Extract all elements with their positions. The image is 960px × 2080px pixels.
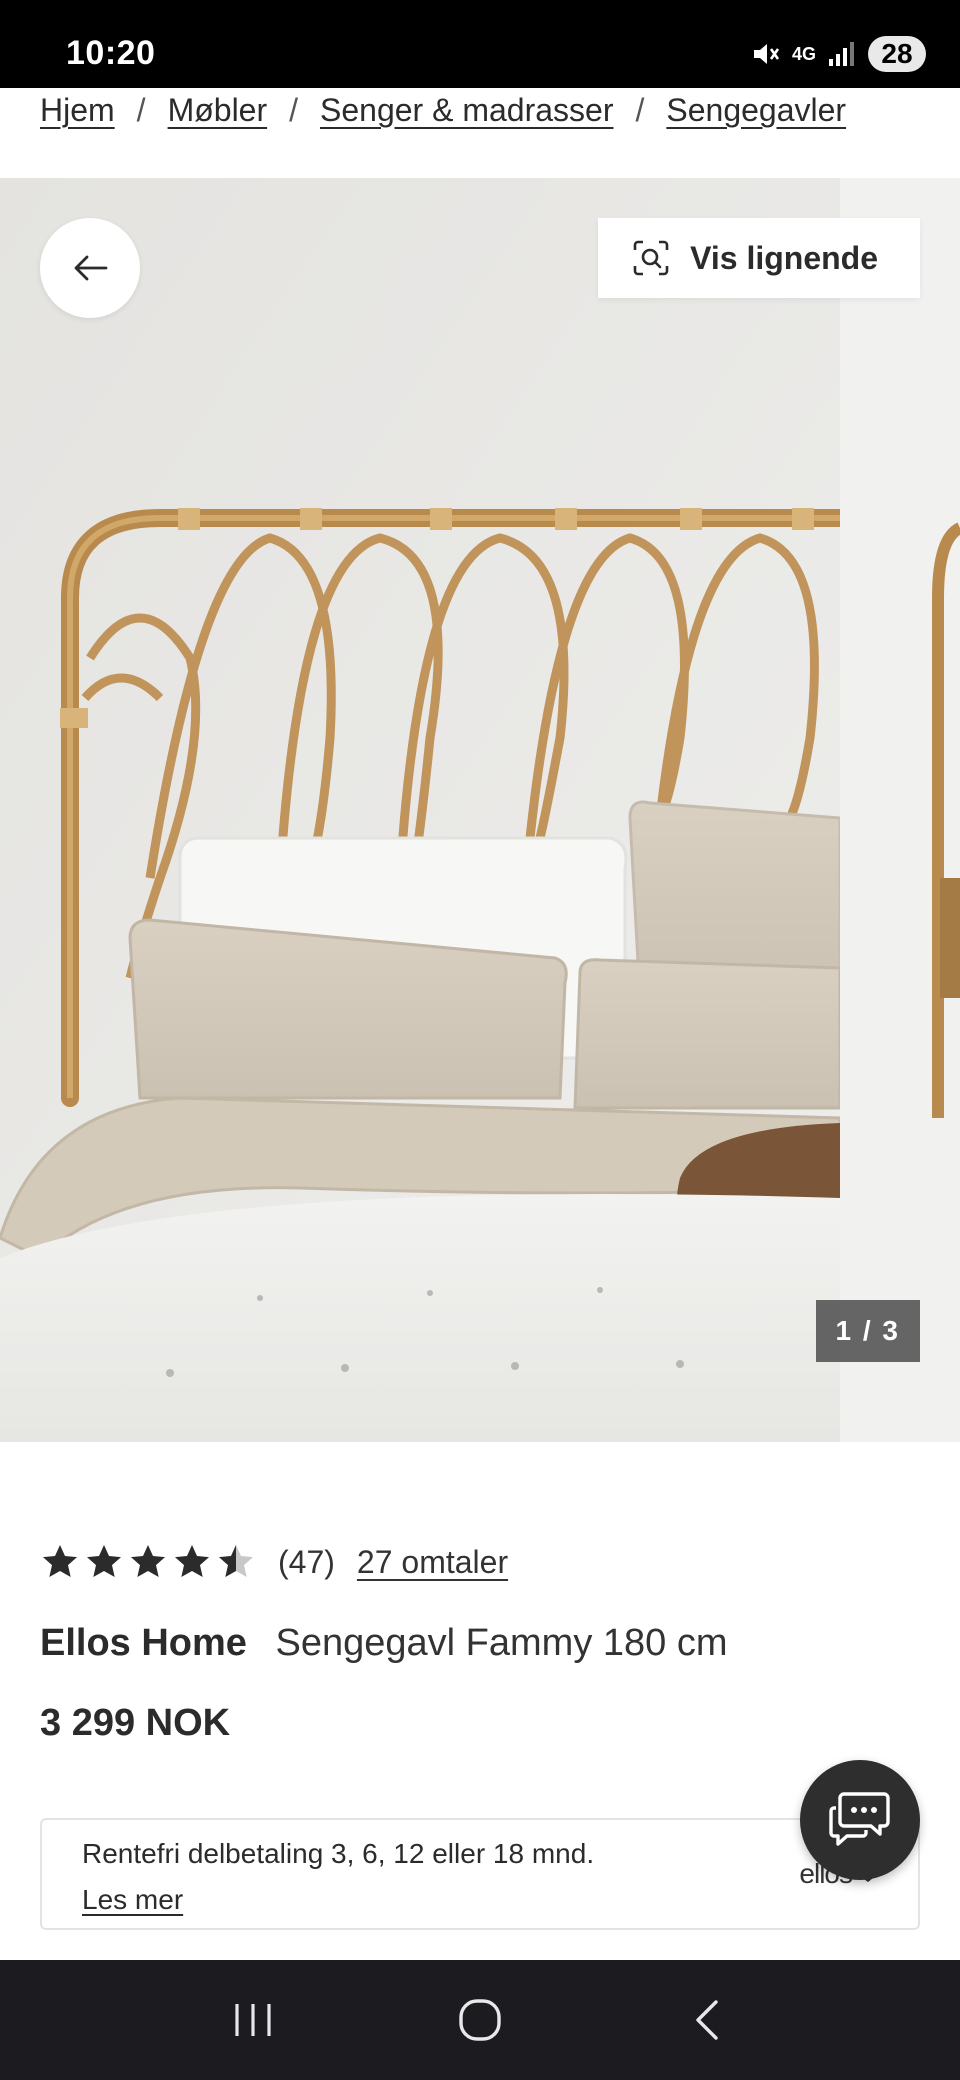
home-icon — [459, 1999, 501, 2041]
breadcrumb: Hjem / Møbler / Senger & madrasser / Sen… — [40, 92, 846, 129]
back-icon — [695, 2000, 718, 2040]
back-nav-button[interactable] — [657, 1980, 757, 2060]
recent-apps-button[interactable] — [203, 1980, 303, 2060]
breadcrumb-separator: / — [289, 92, 299, 128]
signal-icon — [828, 41, 856, 67]
battery-indicator: 28 — [868, 36, 926, 72]
star-full-icon — [175, 1545, 209, 1577]
star-full-icon — [131, 1545, 165, 1577]
next-image-preview — [932, 522, 960, 1118]
installment-info: Rentefri delbetaling 3, 6, 12 eller 18 m… — [40, 1818, 920, 1930]
recent-apps-icon — [235, 2004, 271, 2036]
system-nav-bar — [0, 1960, 960, 2080]
reviews-link[interactable]: 27 omtaler — [357, 1544, 508, 1581]
rating-count: (47) — [278, 1543, 335, 1580]
mute-icon — [750, 39, 780, 69]
installment-text: Rentefri delbetaling 3, 6, 12 eller 18 m… — [82, 1838, 595, 1869]
back-button[interactable] — [40, 218, 140, 318]
show-similar-button[interactable]: Vis lignende — [598, 218, 920, 298]
breadcrumb-separator: / — [635, 92, 645, 128]
product-price: 3 299 NOK — [40, 1702, 231, 1744]
breadcrumb-beds[interactable]: Senger & madrasser — [320, 92, 613, 129]
breadcrumb-home[interactable]: Hjem — [40, 92, 115, 129]
star-full-icon — [43, 1545, 77, 1577]
headboard-photo — [0, 178, 840, 1442]
product-brand[interactable]: Ellos Home — [40, 1622, 247, 1664]
show-similar-label: Vis lignende — [690, 239, 878, 276]
product-name: Sengegavl Fammy 180 cm — [275, 1622, 728, 1664]
status-time: 10:20 — [66, 34, 156, 72]
product-title: Ellos Home Sengegavl Fammy 180 cm — [40, 1622, 728, 1665]
star-full-icon — [87, 1545, 121, 1577]
breadcrumb-furniture[interactable]: Møbler — [168, 92, 268, 129]
product-gallery[interactable]: Vis lignende 1 / 3 — [0, 178, 960, 1442]
star-rating — [40, 1542, 256, 1582]
home-button[interactable] — [430, 1980, 530, 2060]
star-half-icon — [219, 1545, 253, 1577]
chat-button[interactable] — [800, 1760, 920, 1880]
read-more-link[interactable]: Les mer — [82, 1884, 183, 1916]
visual-search-icon — [633, 240, 669, 276]
next-product-image[interactable] — [840, 178, 960, 1442]
breadcrumb-headboards[interactable]: Sengegavler — [666, 92, 846, 129]
arrow-left-icon — [74, 255, 108, 281]
status-icons: 4G 28 — [750, 36, 926, 72]
network-icon: 4G — [791, 44, 816, 64]
status-bar: 10:20 4G 28 — [0, 0, 960, 88]
breadcrumb-separator: / — [136, 92, 146, 128]
product-image[interactable] — [0, 178, 840, 1442]
chat-bubble-icon — [829, 1792, 890, 1846]
rating-row: (47) 27 omtaler — [40, 1542, 508, 1582]
image-counter: 1 / 3 — [815, 1300, 920, 1362]
network-label: 4G — [791, 44, 816, 64]
